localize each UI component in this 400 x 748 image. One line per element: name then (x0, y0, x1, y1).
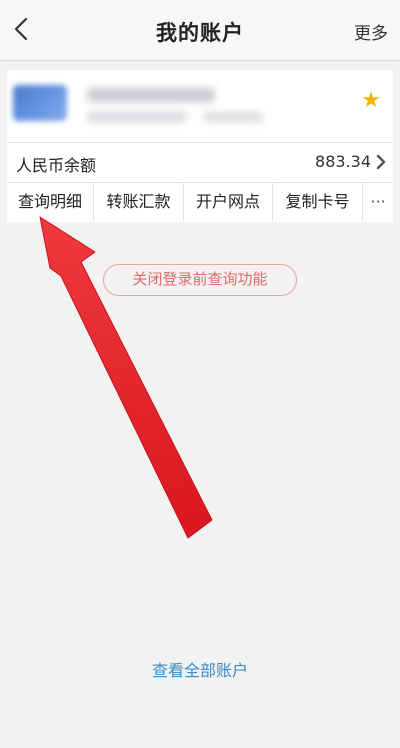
branch-button[interactable]: 开户网点 (184, 183, 273, 221)
more-actions-button[interactable]: ··· (363, 183, 393, 221)
query-details-button[interactable]: 查询明细 (7, 183, 94, 221)
chevron-right-icon (376, 154, 386, 170)
balance-label: 人民币余额 (16, 156, 97, 175)
redacted-card-detail (203, 112, 263, 122)
favorite-star-icon[interactable]: ★ (361, 90, 381, 112)
top-nav-bar: 我的账户 更多 (0, 0, 400, 61)
account-action-bar: 查询明细 转账汇款 开户网点 复制卡号 ··· (7, 183, 393, 221)
view-all-accounts-link[interactable]: 查看全部账户 (0, 657, 400, 681)
page-title: 我的账户 (156, 21, 244, 45)
redacted-account-name (87, 88, 215, 102)
more-button[interactable]: 更多 (354, 19, 388, 44)
balance-row[interactable]: 人民币余额 883.34 (7, 142, 393, 183)
balance-value: 883.34 (315, 152, 371, 171)
copy-card-number-button[interactable]: 复制卡号 (273, 183, 363, 221)
bank-card-icon (13, 85, 67, 121)
redacted-card-number (87, 112, 187, 122)
transfer-button[interactable]: 转账汇款 (94, 183, 184, 221)
account-card: ★ 人民币余额 883.34 查询明细 转账汇款 开户网点 复制卡号 ··· (7, 70, 393, 222)
close-prelogin-query-button[interactable]: 关闭登录前查询功能 (103, 264, 297, 296)
account-summary[interactable]: ★ (7, 70, 393, 143)
